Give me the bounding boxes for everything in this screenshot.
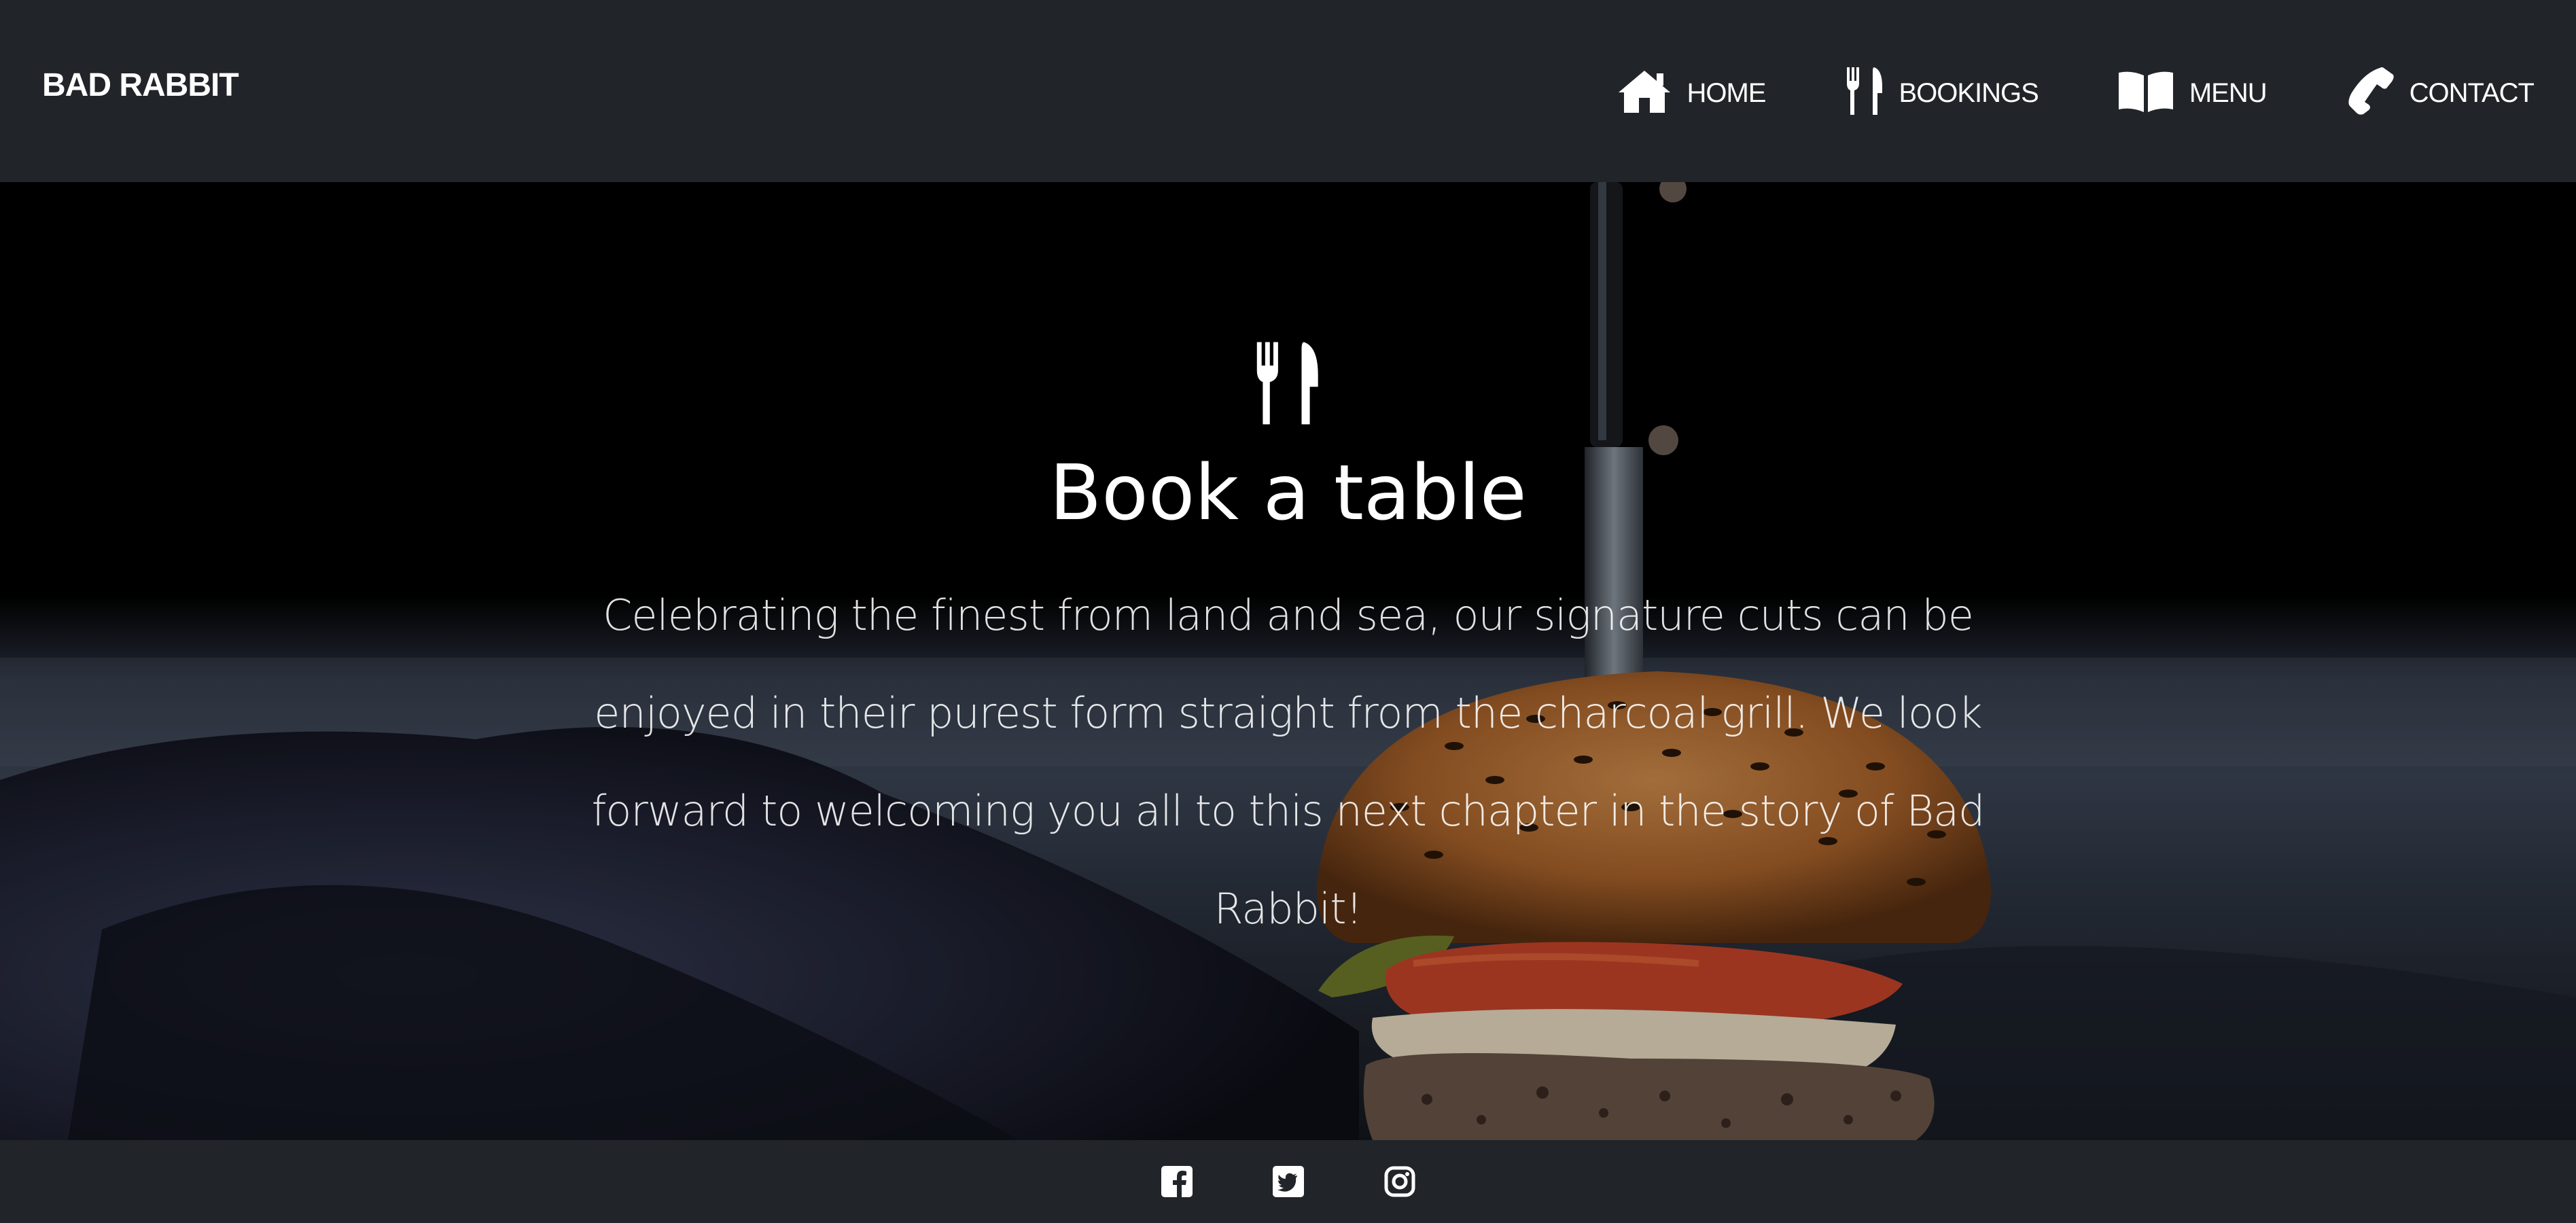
home-icon	[1617, 68, 1672, 114]
nav-item-menu[interactable]: MENU	[2117, 69, 2268, 113]
twitter-icon[interactable]	[1272, 1165, 1305, 1198]
brand-logo[interactable]: BAD RABBIT	[42, 67, 239, 104]
nav-item-label: HOME	[1687, 77, 1766, 108]
page-title: Book a table	[1049, 449, 1527, 537]
hero-content: Book a table Celebrating the finest from…	[0, 182, 2576, 1140]
utensils-icon	[1250, 340, 1322, 429]
book-open-icon	[2117, 69, 2174, 113]
nav-item-home[interactable]: HOME	[1617, 68, 1766, 114]
nav-item-label: BOOKINGS	[1899, 77, 2039, 108]
navbar: BAD RABBIT HOME BOOKINGS MENU CONTACT	[0, 0, 2576, 182]
nav-links: HOME BOOKINGS MENU CONTACT	[1538, 66, 2535, 116]
instagram-icon[interactable]	[1383, 1165, 1416, 1198]
nav-item-label: CONTACT	[2409, 77, 2535, 108]
facebook-icon[interactable]	[1161, 1165, 1193, 1198]
utensils-icon	[1844, 66, 1884, 116]
nav-item-contact[interactable]: CONTACT	[2346, 67, 2535, 116]
phone-icon	[2346, 67, 2395, 116]
hero-description: Celebrating the finest from land and sea…	[591, 590, 1986, 934]
footer	[0, 1140, 2576, 1223]
nav-item-bookings[interactable]: BOOKINGS	[1844, 66, 2039, 116]
hero-section: Book a table Celebrating the finest from…	[0, 182, 2576, 1140]
nav-item-label: MENU	[2189, 77, 2268, 108]
